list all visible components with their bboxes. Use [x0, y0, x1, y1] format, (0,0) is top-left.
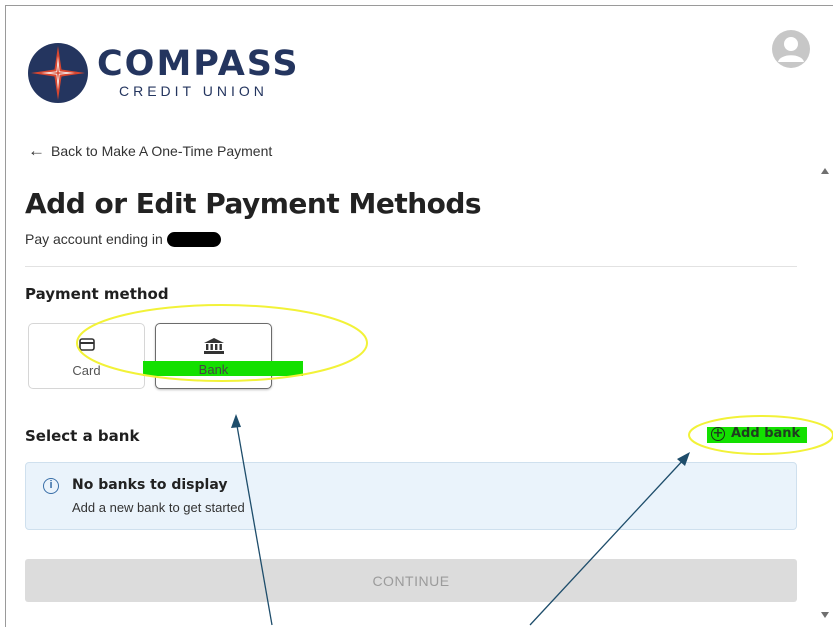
select-bank-label: Select a bank [25, 427, 140, 445]
brand-subtitle: CREDIT UNION [119, 83, 268, 99]
empty-banks-notice: i No banks to display Add a new bank to … [25, 462, 797, 530]
user-avatar-icon[interactable] [772, 30, 810, 68]
brand-name: COMPASS [97, 44, 300, 84]
payment-option-card-label: Card [72, 363, 101, 378]
scroll-up-arrow-icon[interactable] [821, 168, 829, 174]
notice-title: No banks to display [72, 477, 228, 493]
account-line-text: Pay account ending in [25, 231, 163, 247]
bank-icon [203, 338, 224, 354]
arrow-left-icon: ← [28, 141, 45, 160]
payment-method-label: Payment method [25, 285, 169, 303]
redacted-account-number [166, 231, 221, 247]
payment-option-card[interactable]: Card [28, 323, 145, 389]
credit-card-icon [78, 338, 95, 351]
compass-star-icon [28, 43, 88, 103]
account-line: Pay account ending in [25, 231, 221, 247]
payment-option-bank[interactable] [155, 323, 272, 389]
add-bank-label: Add bank [731, 426, 801, 441]
scrollbar[interactable] [818, 160, 833, 625]
page-title: Add or Edit Payment Methods [25, 187, 482, 220]
back-link-label: Back to Make A One-Time Payment [51, 143, 273, 159]
continue-button[interactable]: CONTINUE [25, 559, 797, 602]
scroll-down-arrow-icon[interactable] [821, 612, 829, 618]
back-link[interactable]: ← Back to Make A One-Time Payment [28, 141, 273, 160]
add-bank-button[interactable]: + Add bank [711, 426, 800, 441]
add-circle-icon: + [711, 425, 725, 441]
divider [25, 266, 797, 267]
info-icon: i [43, 478, 59, 494]
payment-option-bank-label: Bank [198, 362, 229, 377]
brand-logo[interactable]: COMPASS CREDIT UNION [27, 42, 307, 106]
notice-message: Add a new bank to get started [72, 500, 245, 515]
